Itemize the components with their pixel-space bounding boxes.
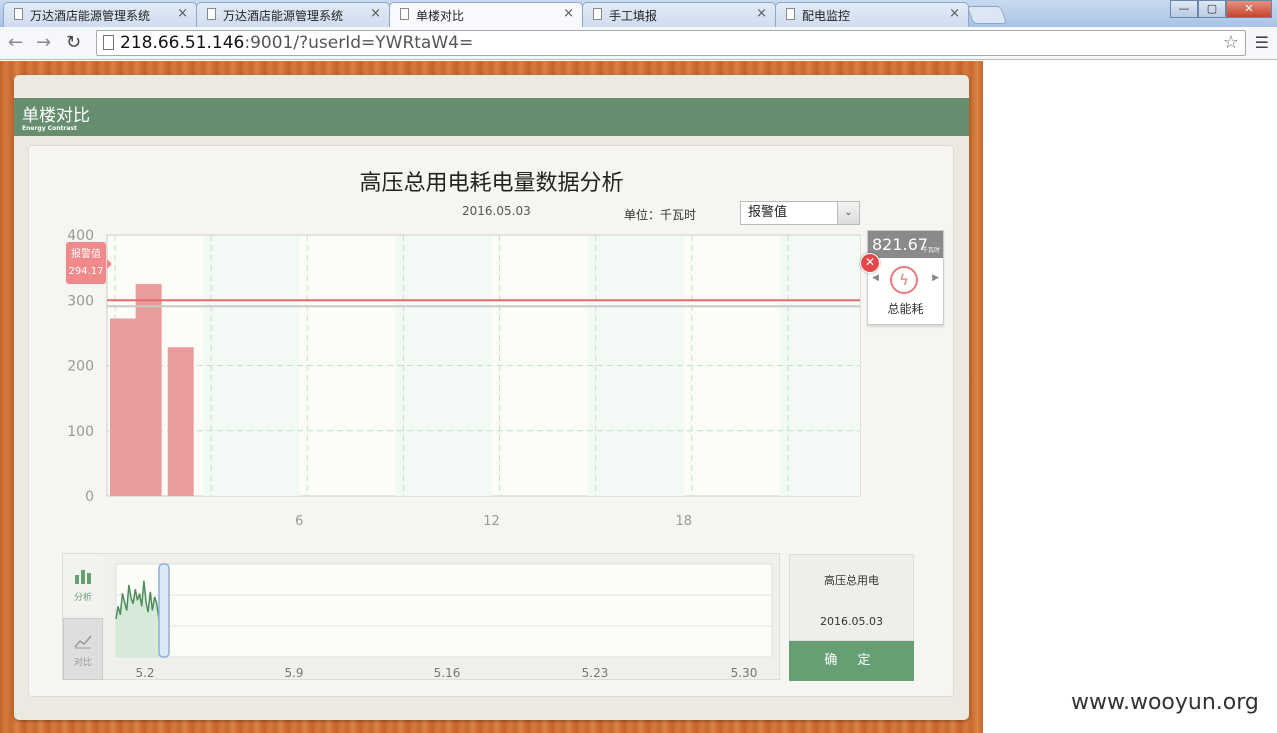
bookmark-star-icon[interactable]: ☆: [1223, 31, 1239, 55]
navigator-x-label: 5.23: [582, 666, 609, 680]
navigator-x-label: 5.2: [135, 666, 154, 680]
navigator-plot: [115, 563, 773, 658]
confirm-button[interactable]: 确 定: [789, 641, 914, 681]
selection-title: 高压总用电: [824, 574, 879, 587]
close-window-button[interactable]: ✕: [1226, 0, 1272, 18]
minimize-button[interactable]: —: [1170, 0, 1198, 18]
watermark: www.wooyun.org: [1071, 690, 1259, 715]
navigator-x-label: 5.30: [731, 666, 758, 680]
navigator-x-label: 5.16: [434, 666, 461, 680]
window-controls: — ▢ ✕: [1170, 0, 1272, 18]
range-handle: [158, 563, 170, 658]
selection-summary: 高压总用电 2016.05.03: [789, 554, 914, 641]
menu-icon[interactable]: ☰: [1255, 33, 1269, 52]
navigator-x-label: 5.9: [284, 666, 303, 680]
maximize-button[interactable]: ▢: [1198, 0, 1226, 18]
selection-date: 2016.05.03: [820, 615, 883, 628]
